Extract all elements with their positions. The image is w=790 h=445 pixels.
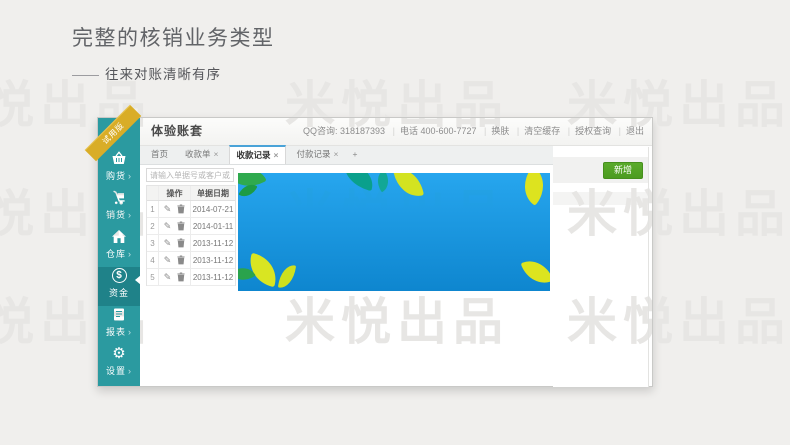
row-index: 3	[147, 235, 159, 251]
close-icon[interactable]: ×	[214, 149, 219, 159]
search-input[interactable]	[146, 168, 234, 182]
row-operations: ✎	[159, 201, 191, 217]
sidebar-item-label: 设置›	[106, 364, 132, 377]
row-date: 2014-07-21	[191, 205, 235, 214]
sidebar-item-funds[interactable]: $ 资金	[98, 267, 140, 306]
row-date: 2014-01-11	[191, 222, 235, 231]
link-change-skin[interactable]: 换肤	[479, 126, 509, 136]
chevron-right-icon: ›	[128, 171, 132, 181]
records-table: 操作 单据日期 1 ✎ 2014-07-21 2 ✎	[146, 185, 236, 286]
delete-icon[interactable]	[177, 221, 185, 231]
sidebar-item-settings[interactable]: ⚙ 设置›	[98, 345, 140, 384]
table-row: 4 ✎ 2013-11-12	[147, 252, 235, 269]
chevron-right-icon: ›	[128, 210, 132, 220]
phone-contact: 电话 400-600-7727	[388, 126, 477, 136]
page: 完整的核销业务类型 —— 往来对账清晰有序 购货› 销货›	[0, 0, 790, 445]
sidebar-item-reports[interactable]: 报表›	[98, 306, 140, 345]
close-icon[interactable]: ×	[334, 149, 339, 159]
row-date: 2013-11-12	[191, 256, 235, 265]
edit-icon[interactable]: ✎	[164, 222, 172, 231]
sidebar-item-sales[interactable]: 销货›	[98, 189, 140, 228]
row-operations: ✎	[159, 252, 191, 268]
sidebar-item-warehouse[interactable]: 仓库›	[98, 228, 140, 267]
row-index: 1	[147, 201, 159, 217]
sidebar: 购货› 销货› 仓库› $	[98, 118, 140, 386]
warehouse-icon	[111, 228, 127, 245]
table-header-row: 操作 单据日期	[147, 186, 235, 201]
col-index	[147, 186, 159, 200]
leaf-icon	[521, 255, 550, 290]
tab-new[interactable]: +	[348, 146, 361, 164]
row-index: 5	[147, 269, 159, 285]
row-operations: ✎	[159, 218, 191, 234]
detail-pane: 新增	[553, 147, 649, 387]
table-row: 1 ✎ 2014-07-21	[147, 201, 235, 218]
delete-icon[interactable]	[177, 255, 185, 265]
col-date: 单据日期	[191, 188, 235, 199]
tab-home[interactable]: 首页	[144, 146, 175, 164]
row-index: 2	[147, 218, 159, 234]
delete-icon[interactable]	[177, 238, 185, 248]
table-row: 2 ✎ 2014-01-11	[147, 218, 235, 235]
edit-icon[interactable]: ✎	[164, 256, 172, 265]
tab-payment-records[interactable]: 付款记录×	[289, 146, 345, 164]
trolley-icon	[111, 189, 127, 206]
report-icon	[111, 306, 127, 323]
funds-dollar-icon: $	[112, 267, 127, 284]
sidebar-item-label: 购货›	[106, 169, 132, 182]
edit-icon[interactable]: ✎	[164, 205, 172, 214]
window-header: 体验账套 QQ咨询: 318187393 电话 400-600-7727 换肤 …	[140, 118, 652, 146]
qq-contact: QQ咨询: 318187393	[303, 126, 385, 136]
link-logout[interactable]: 退出	[614, 126, 644, 136]
chevron-right-icon: ›	[128, 249, 132, 259]
edit-icon[interactable]: ✎	[164, 239, 172, 248]
table-row: 5 ✎ 2013-11-12	[147, 269, 235, 286]
row-date: 2013-11-12	[191, 239, 235, 248]
promo-banner	[238, 173, 550, 291]
delete-icon[interactable]	[177, 272, 185, 282]
table-row: 3 ✎ 2013-11-12	[147, 235, 235, 252]
chevron-right-icon: ›	[128, 366, 132, 376]
sidebar-item-label: 资金	[109, 286, 129, 299]
account-title: 体验账套	[151, 118, 203, 145]
delete-icon[interactable]	[177, 204, 185, 214]
basket-icon	[111, 150, 127, 167]
sidebar-item-label: 仓库›	[106, 247, 132, 260]
leaf-icon	[372, 173, 393, 192]
page-title: 完整的核销业务类型	[72, 22, 275, 52]
row-operations: ✎	[159, 235, 191, 251]
row-index: 4	[147, 252, 159, 268]
chevron-right-icon: ›	[128, 327, 132, 337]
subtitle-text: 往来对账清晰有序	[105, 67, 221, 82]
sidebar-item-label: 报表›	[106, 325, 132, 338]
sidebar-item-label: 销货›	[106, 208, 132, 221]
subtitle-dash: ——	[72, 67, 99, 82]
gear-icon: ⚙	[112, 345, 125, 362]
close-icon[interactable]: ×	[274, 150, 279, 160]
edit-icon[interactable]: ✎	[164, 273, 172, 282]
col-operation: 操作	[159, 186, 191, 200]
detail-toolbar: 新增	[553, 157, 648, 183]
header-links: QQ咨询: 318187393 电话 400-600-7727 换肤 清空缓存 …	[303, 118, 644, 145]
leaf-icon	[393, 173, 424, 200]
leaf-icon	[515, 173, 550, 206]
tab-bar: 首页 收款单× 收款记录× 付款记录× +	[140, 146, 553, 165]
hero-block: 完整的核销业务类型 —— 往来对账清晰有序	[72, 22, 275, 83]
sidebar-item-purchase[interactable]: 购货›	[98, 150, 140, 189]
app-window: 购货› 销货› 仓库› $	[97, 117, 653, 387]
row-operations: ✎	[159, 269, 191, 285]
leaf-icon	[278, 264, 296, 290]
sidebar-items: 购货› 销货› 仓库› $	[98, 118, 140, 384]
link-clear-cache[interactable]: 清空缓存	[512, 126, 560, 136]
link-license-query[interactable]: 授权查询	[563, 126, 611, 136]
row-date: 2013-11-12	[191, 273, 235, 282]
leaf-icon	[339, 173, 377, 191]
tab-receipt-records[interactable]: 收款记录×	[229, 145, 287, 164]
add-new-button[interactable]: 新增	[603, 162, 643, 179]
tab-receipt-voucher[interactable]: 收款单×	[178, 146, 225, 164]
page-subtitle: —— 往来对账清晰有序	[72, 63, 275, 83]
detail-grid-header	[553, 192, 648, 205]
